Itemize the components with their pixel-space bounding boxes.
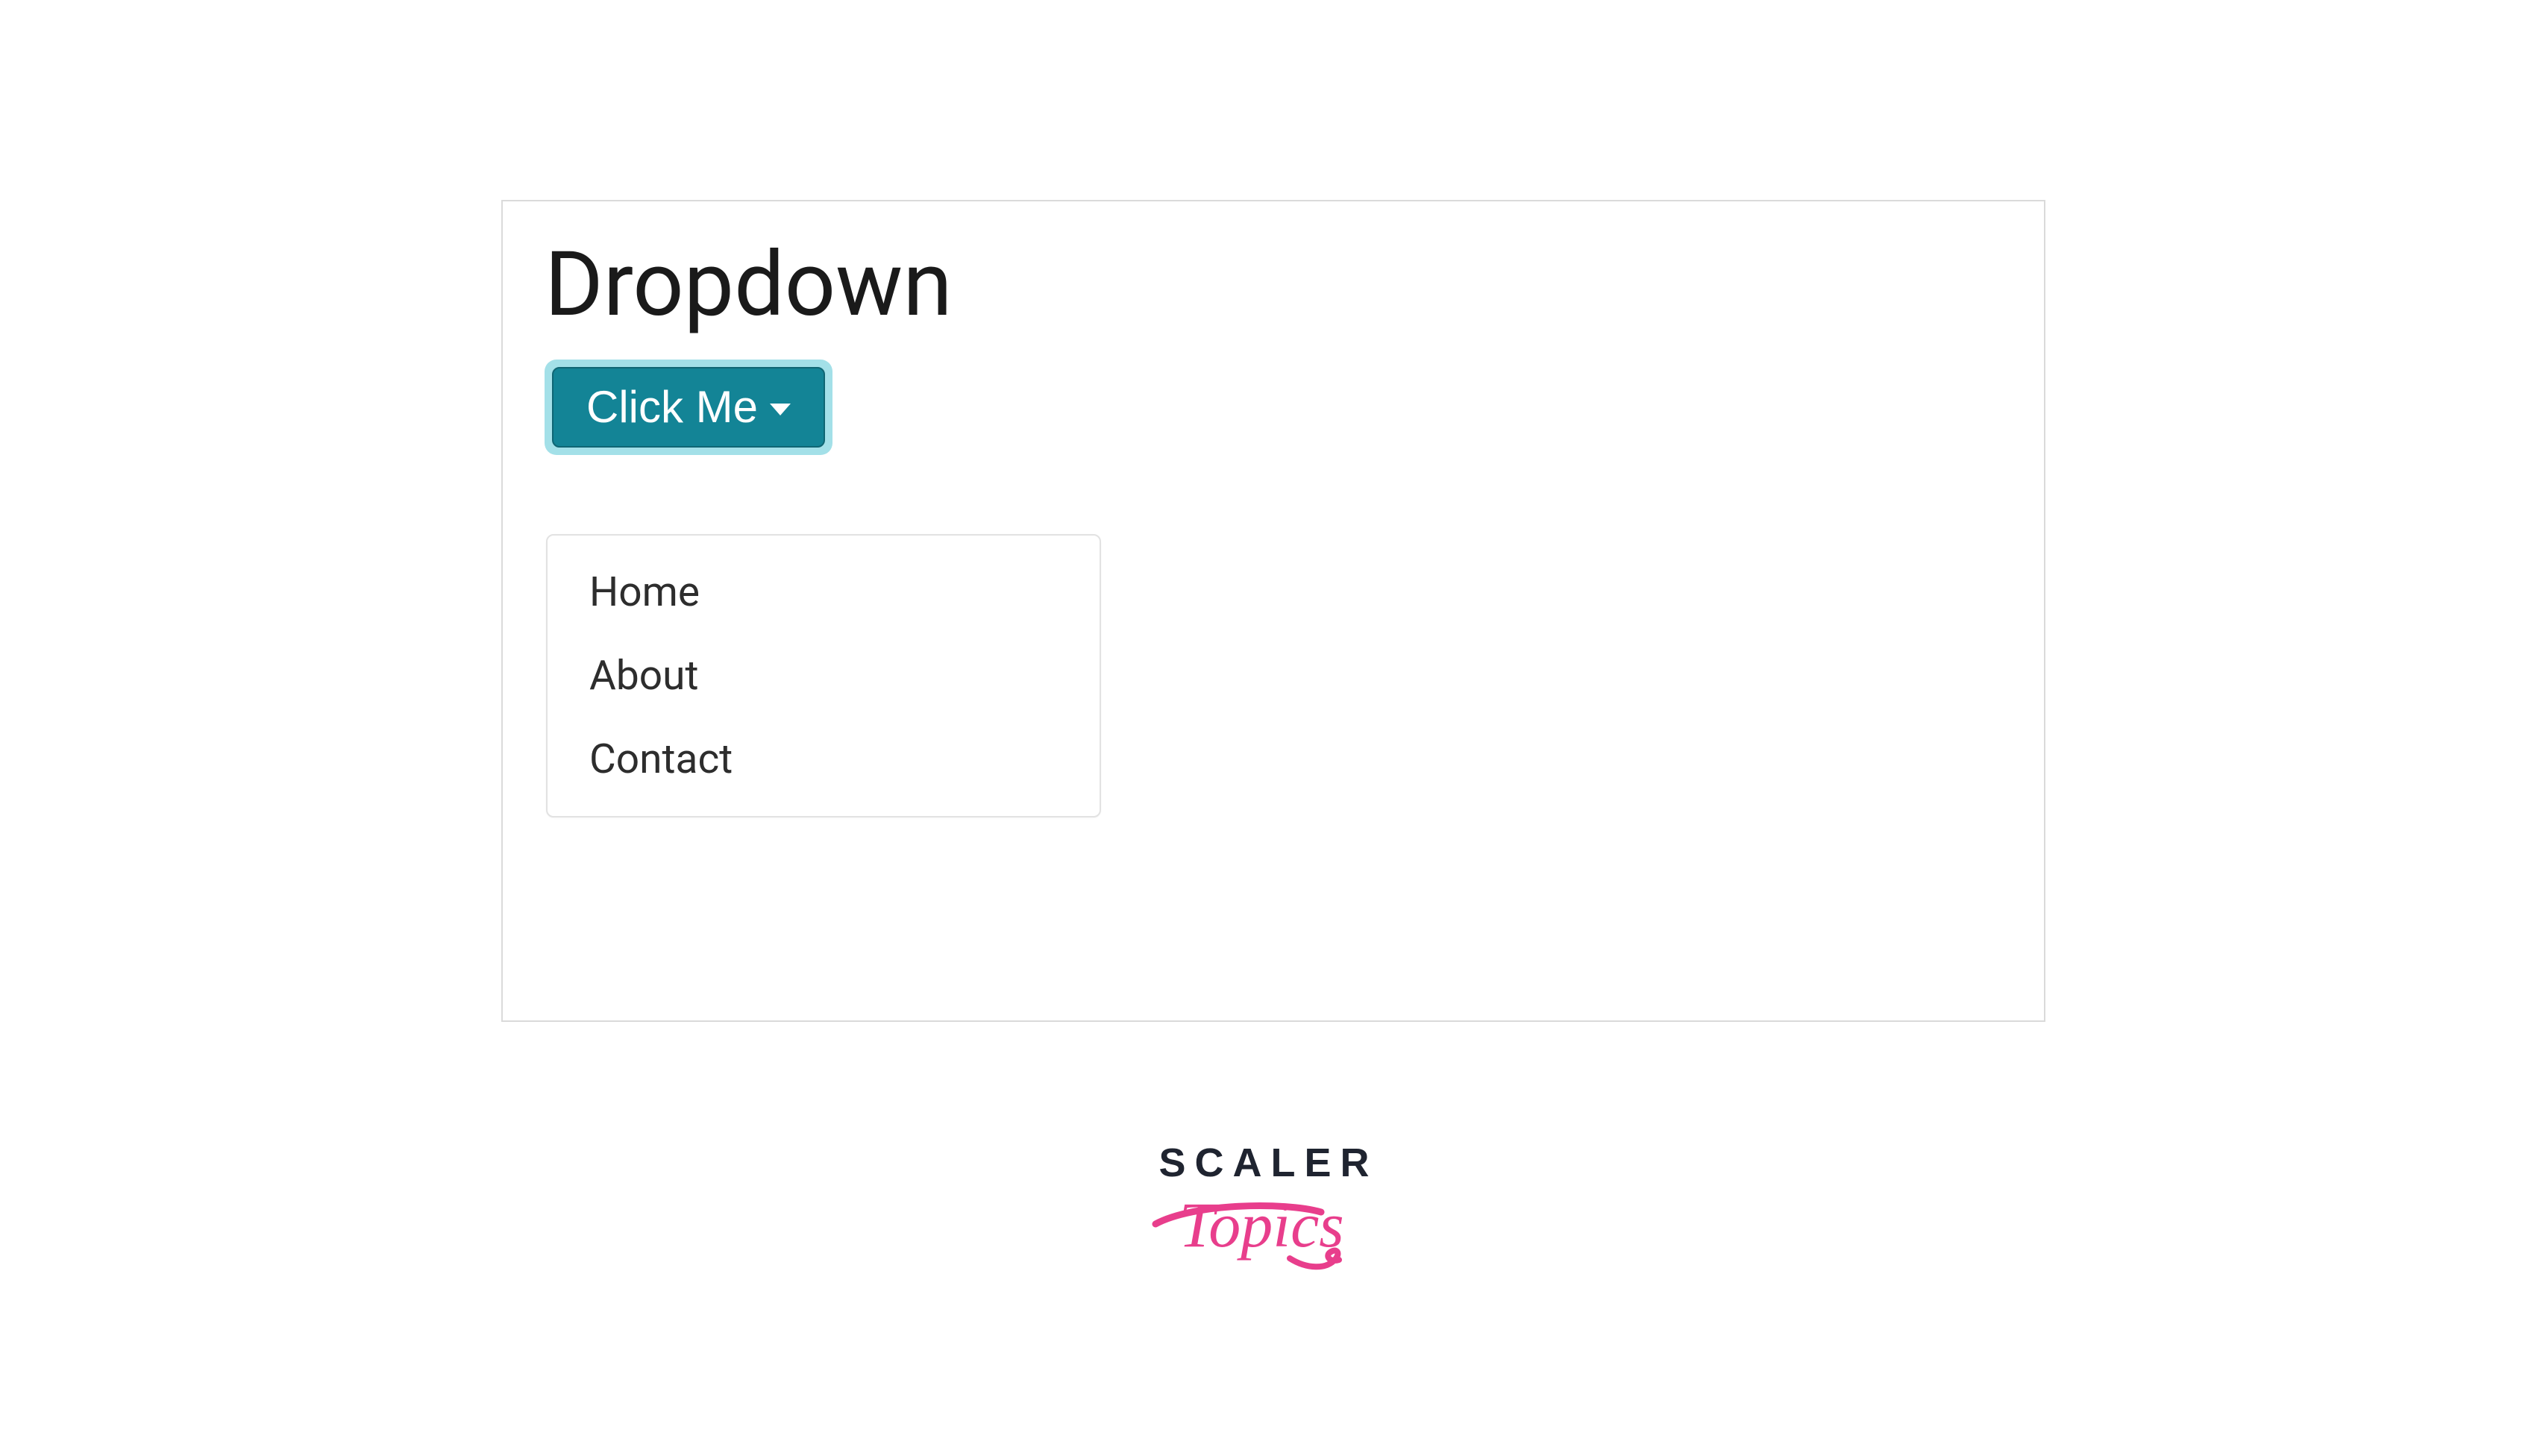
brand-logo: SCALER Topics: [0, 1141, 2537, 1288]
topics-script-icon: Topics: [1150, 1181, 1388, 1285]
dropdown-item-home[interactable]: Home: [548, 550, 1100, 634]
brand-word-scaler: SCALER: [0, 1141, 2537, 1185]
dropdown-item-contact[interactable]: Contact: [548, 718, 1100, 801]
dropdown-item-about[interactable]: About: [548, 634, 1100, 718]
brand-word-topics: Topics: [1150, 1181, 1388, 1278]
dropdown-toggle-button[interactable]: Click Me: [552, 367, 825, 448]
dropdown-menu: Home About Contact: [546, 534, 1101, 818]
topics-text: Topics: [1179, 1189, 1343, 1261]
page-title: Dropdown: [545, 231, 2002, 339]
caret-down-icon: [770, 404, 791, 415]
button-focus-ring: Click Me: [545, 360, 832, 455]
dropdown-toggle-label: Click Me: [586, 385, 758, 430]
